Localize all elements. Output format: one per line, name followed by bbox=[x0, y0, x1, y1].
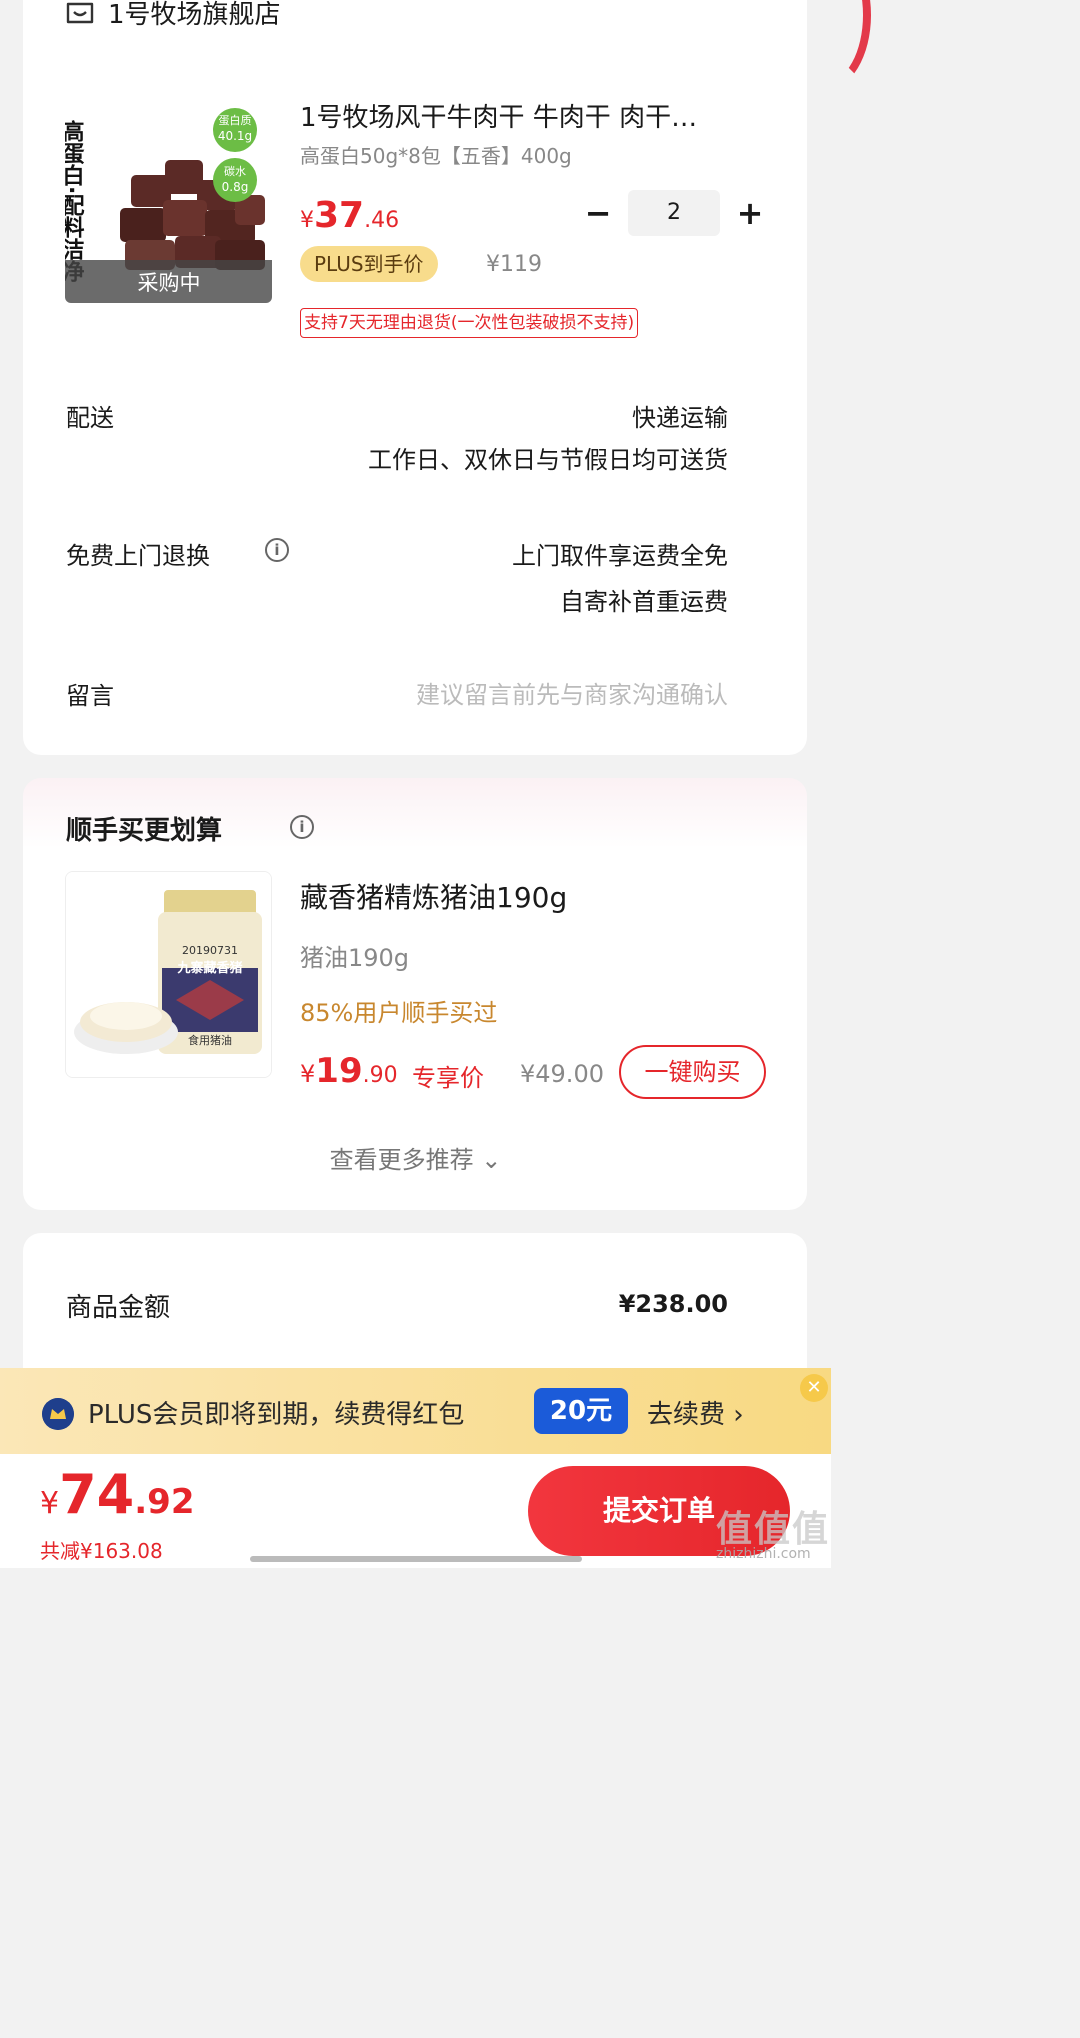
protein-label: 蛋白质 bbox=[219, 113, 252, 127]
message-label: 留言 bbox=[66, 682, 114, 710]
recommend-item-title[interactable]: 藏香猪精炼猪油190g bbox=[300, 876, 567, 916]
red-packet-badge: 20元 bbox=[534, 1388, 628, 1434]
quantity-input[interactable]: 2 bbox=[628, 190, 720, 236]
product-price: ¥37.46 bbox=[300, 194, 399, 244]
delivery-schedule[interactable]: 工作日、双休日与节假日均可送货 bbox=[368, 440, 728, 475]
recommend-bought-rate: 85%用户顺手买过 bbox=[300, 999, 498, 1027]
product-spec[interactable]: 高蛋白50g*8包【五香】400g bbox=[300, 140, 572, 169]
product-image[interactable]: 高蛋白·配料洁净 蛋白质 40.1g 碳水 0.8g 采购中 bbox=[65, 100, 272, 303]
order-total: ¥74.92 bbox=[40, 1460, 194, 1543]
watermark-url: zhizhizhi.com bbox=[716, 1546, 811, 1562]
recommend-info-icon[interactable]: i bbox=[290, 815, 314, 839]
see-more-recommendations[interactable]: 查看更多推荐 ⌄ bbox=[0, 1140, 831, 1175]
recommend-original-price: ¥49.00 bbox=[520, 1060, 604, 1088]
protein-value: 40.1g bbox=[218, 129, 252, 143]
purchasing-status: 采购中 bbox=[138, 271, 201, 295]
total-symbol: ¥ bbox=[40, 1486, 60, 1521]
plus-price-badge: PLUS到手价 bbox=[300, 246, 438, 282]
jar-type: 食用猪油 bbox=[188, 1033, 232, 1047]
original-price: ¥119 bbox=[486, 252, 542, 277]
one-click-buy-button[interactable]: 一键购买 bbox=[619, 1045, 766, 1099]
price-integer: 37 bbox=[314, 195, 365, 236]
total-integer: 74 bbox=[59, 1463, 135, 1526]
carb-label: 碳水 bbox=[224, 164, 246, 178]
carb-value: 0.8g bbox=[222, 180, 249, 194]
free-return-label: 免费上门退换 bbox=[66, 542, 210, 570]
total-decimal: .92 bbox=[134, 1482, 195, 1522]
renew-button[interactable]: 去续费 › bbox=[647, 1394, 744, 1431]
product-title[interactable]: 1号牧场风干牛肉干 牛肉干 肉干… bbox=[300, 102, 760, 134]
rec-price-integer: 19 bbox=[315, 1051, 363, 1091]
goods-amount-label: 商品金额 bbox=[66, 1293, 171, 1323]
jar-brand: 九寨藏香猪 bbox=[176, 960, 242, 976]
return-policy-tag: 支持7天无理由退货(一次性包装破损不支持) bbox=[300, 308, 639, 338]
price-decimal: .46 bbox=[364, 208, 400, 233]
recommend-title: 顺手买更划算 bbox=[66, 816, 223, 846]
goods-amount: ¥238.00 bbox=[618, 1290, 728, 1318]
plus-renew-text: PLUS会员即将到期，续费得红包 bbox=[88, 1400, 465, 1430]
rec-price-symbol: ¥ bbox=[300, 1060, 316, 1088]
store-name[interactable]: 1号牧场旗舰店 bbox=[108, 0, 281, 30]
price-symbol: ¥ bbox=[300, 208, 314, 233]
total-discount[interactable]: 共减¥163.08 bbox=[40, 1535, 163, 1564]
delivery-method[interactable]: 快递运输 bbox=[632, 398, 728, 433]
quantity-increase-button[interactable]: + bbox=[736, 196, 764, 230]
free-return-line2: 自寄补首重运费 bbox=[560, 588, 728, 616]
free-return-line1: 上门取件享运费全免 bbox=[512, 542, 728, 570]
delivery-label: 配送 bbox=[66, 404, 114, 432]
recommend-item-spec: 猪油190g bbox=[300, 944, 410, 972]
plus-crown-icon bbox=[42, 1398, 74, 1430]
jar-date: 20190731 bbox=[182, 944, 238, 957]
exclusive-price-label: 专享价 bbox=[412, 1064, 484, 1092]
info-icon[interactable]: i bbox=[265, 538, 289, 562]
recommend-image[interactable]: 20190731 九寨藏香猪 食用猪油 bbox=[65, 871, 272, 1078]
recommend-price: ¥19.90 bbox=[300, 1048, 398, 1100]
watermark: 值值值 bbox=[716, 1509, 831, 1550]
message-input[interactable]: 建议留言前先与商家沟通确认 bbox=[416, 675, 728, 710]
close-icon[interactable]: ✕ bbox=[800, 1374, 828, 1402]
home-indicator[interactable] bbox=[250, 1556, 582, 1562]
image-headline: 高蛋白·配料洁净 bbox=[65, 119, 85, 283]
rec-price-decimal: .90 bbox=[362, 1063, 398, 1088]
store-icon bbox=[66, 2, 94, 24]
quantity-decrease-button[interactable]: − bbox=[584, 196, 612, 230]
